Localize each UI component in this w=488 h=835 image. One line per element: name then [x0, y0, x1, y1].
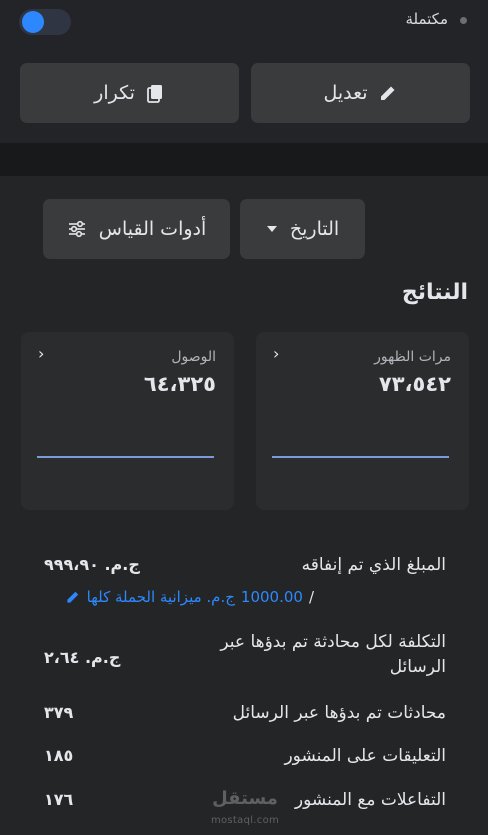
budget-separator: / [308, 588, 314, 606]
reach-card[interactable]: الوصول ٦٤،٣٢٥ › [21, 332, 234, 510]
date-filter-dropdown[interactable]: التاريخ [240, 199, 365, 259]
pencil-icon [380, 86, 395, 100]
impressions-card[interactable]: مرات الظهور ٧٣،٥٤٢ › [256, 332, 469, 510]
status-dot-icon [460, 17, 467, 24]
budget-row[interactable]: / 1000.00 ج.م. ميزانية الحملة كلها [44, 588, 314, 606]
date-filter-label: التاريخ [289, 218, 340, 240]
top-bar: مكتملة تعديل تكرار [0, 0, 488, 143]
engagement-label: التفاعلات مع المنشور [294, 790, 446, 810]
reach-sparkline [37, 456, 214, 458]
spent-label: المبلغ الذي تم إنفاقه [301, 555, 446, 575]
comments-value: ١٨٥ [44, 746, 74, 765]
impressions-value: ٧٣،٥٤٢ [378, 372, 451, 396]
comments-label: التعليقات على المنشور [284, 746, 446, 766]
impressions-sparkline [272, 456, 449, 458]
reach-value: ٦٤،٣٢٥ [143, 372, 216, 396]
duplicate-button-label: تكرار [94, 82, 135, 104]
chevron-icon: › [38, 344, 45, 363]
watermark-brand: مستقل [212, 788, 278, 809]
conversations-value: ٣٧٩ [44, 703, 74, 722]
measurement-tools-button[interactable]: أدوات القياس [43, 199, 230, 259]
cost-value: ج.م. ٢،٦٤ [44, 648, 121, 667]
watermark-logo: مستقل mostaql.com [210, 788, 280, 828]
budget-label: ج.م. ميزانية الحملة كلها [86, 588, 235, 606]
watermark-domain: mostaql.com [210, 815, 280, 826]
spent-row: المبلغ الذي تم إنفاقه ج.م. ٩٩٩،٩٠ [44, 553, 446, 579]
impressions-label: مرات الظهور [374, 349, 451, 365]
campaign-toggle[interactable] [19, 9, 71, 35]
engagement-value: ١٧٦ [44, 790, 74, 809]
spent-value: ج.م. ٩٩٩،٩٠ [44, 555, 140, 574]
comments-row: التعليقات على المنشور ١٨٥ [44, 744, 446, 770]
caret-down-icon [266, 226, 277, 232]
toggle-knob [22, 11, 44, 33]
measurement-tools-label: أدوات القياس [98, 218, 207, 240]
conversations-row: محادثات تم بدؤها عبر الرسائل ٣٧٩ [44, 701, 446, 727]
results-title: النتائج [401, 280, 468, 305]
copy-icon [146, 85, 162, 103]
cost-per-conversation-row: التكلفة لكل محادثة تم بدؤها عبر الرسائل … [44, 630, 446, 682]
cost-label: التكلفة لكل محادثة تم بدؤها عبر الرسائل [220, 632, 446, 677]
sliders-icon [68, 220, 85, 238]
reach-label: الوصول [171, 349, 216, 365]
duplicate-button[interactable]: تكرار [20, 63, 239, 123]
budget-amount: 1000.00 [240, 588, 303, 606]
section-divider [0, 143, 488, 176]
pencil-edit-icon[interactable] [65, 589, 81, 605]
chevron-icon: › [273, 344, 280, 363]
edit-button[interactable]: تعديل [251, 63, 470, 123]
conversations-label: محادثات تم بدؤها عبر الرسائل [232, 703, 446, 723]
edit-button-label: تعديل [323, 82, 368, 104]
campaign-status: مكتملة [405, 10, 448, 28]
